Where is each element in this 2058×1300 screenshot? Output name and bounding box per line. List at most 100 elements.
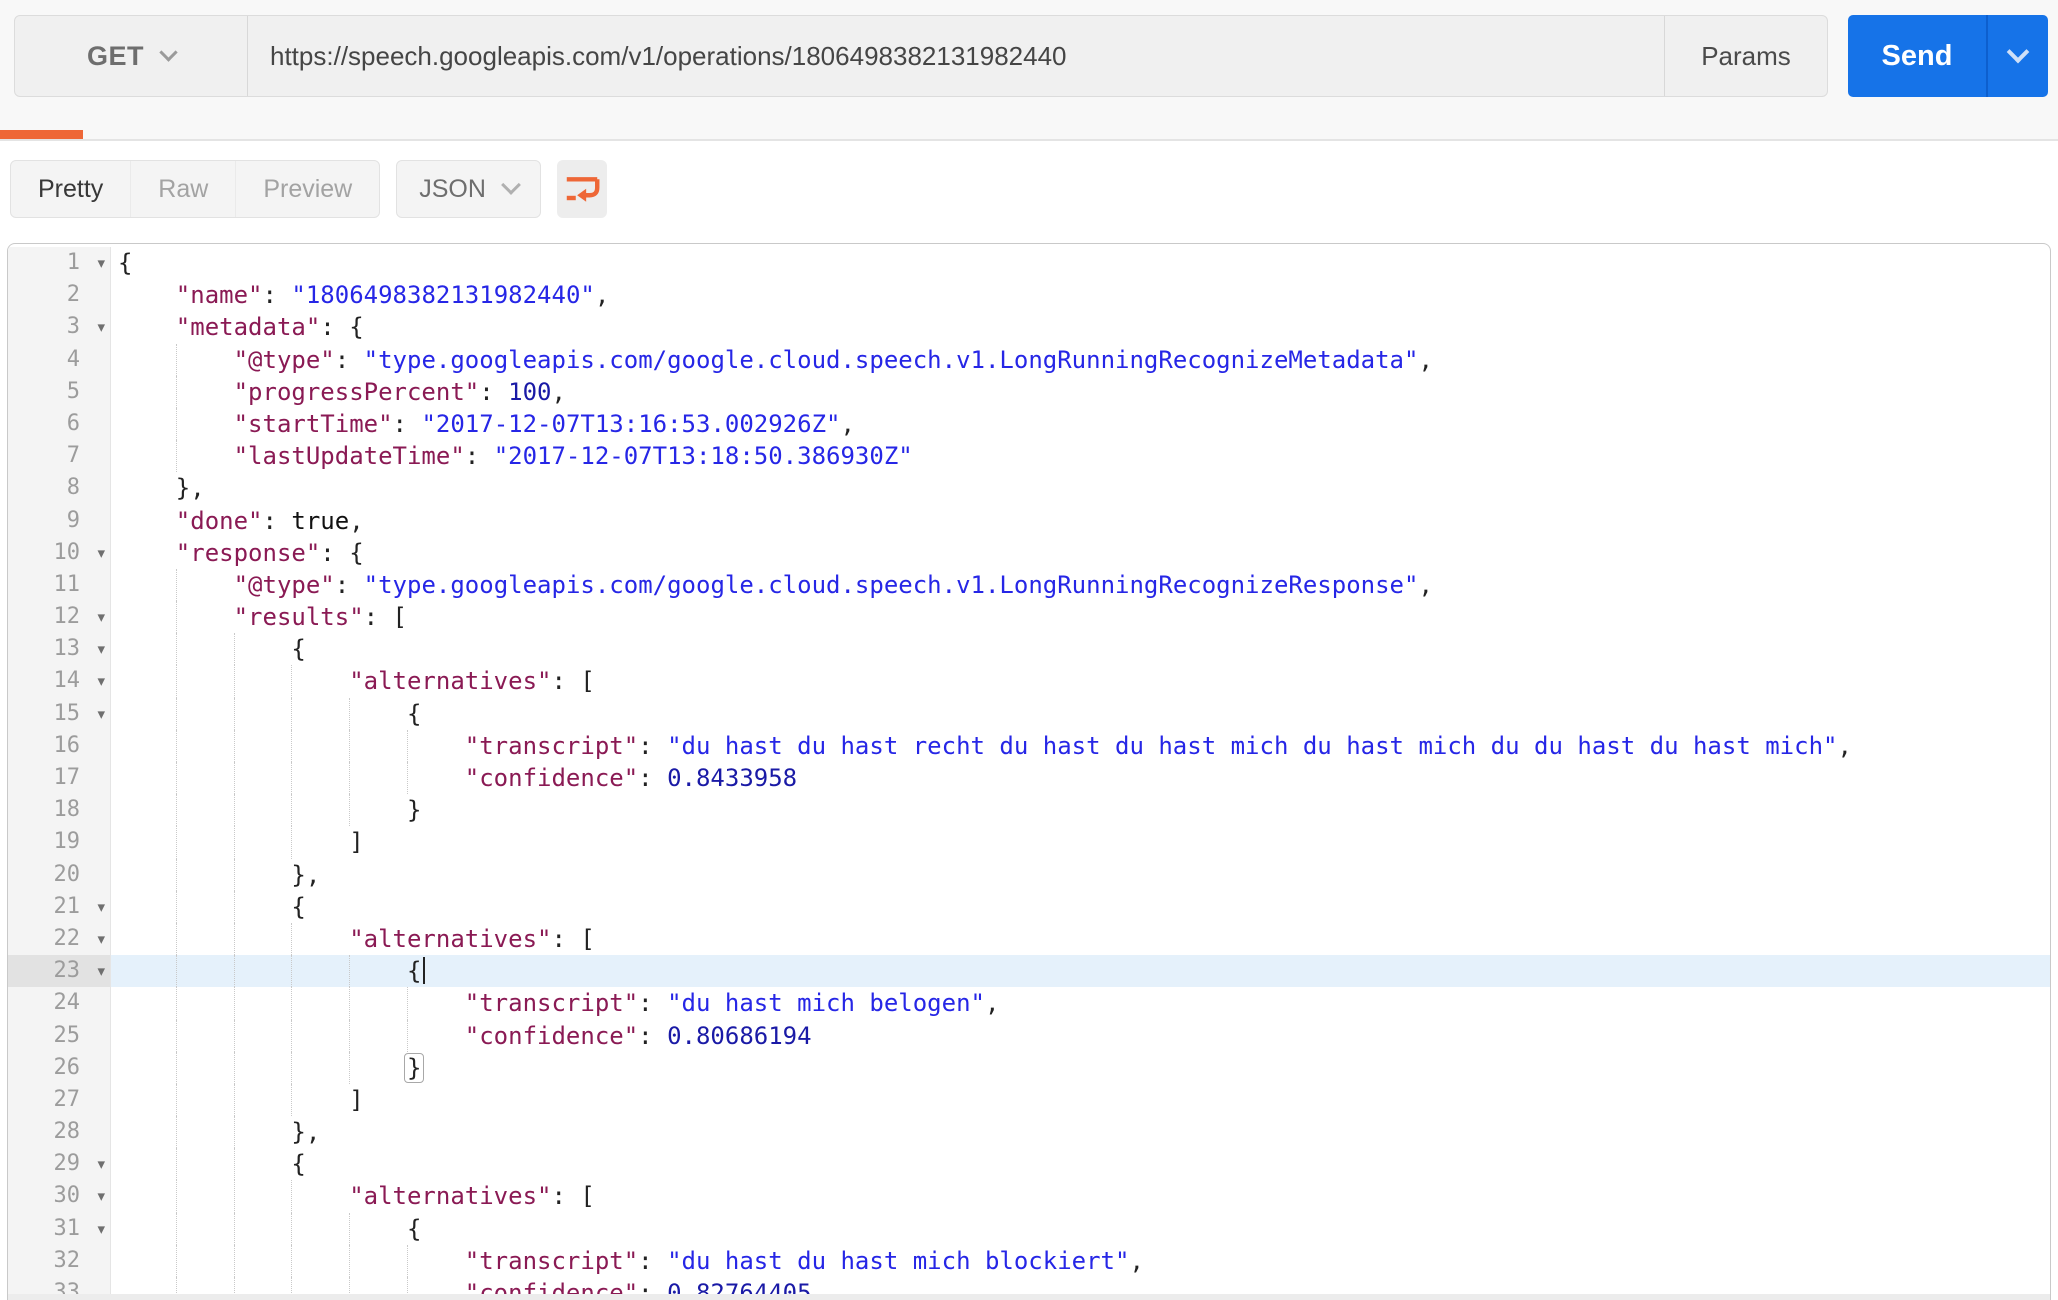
- json-token: :: [464, 442, 494, 471]
- line-number: 23 ▾: [8, 955, 111, 988]
- code-line-content[interactable]: },: [111, 472, 2050, 504]
- code-line-content[interactable]: "alternatives": [: [111, 922, 2050, 956]
- line-number: 30 ▾: [8, 1180, 111, 1213]
- indent-guide: [291, 1083, 293, 1117]
- code-line-content[interactable]: "name": "1806498382131982440",: [111, 279, 2050, 311]
- code-line: 15 ▾ {: [8, 697, 2050, 730]
- fold-toggle-icon[interactable]: ▾: [97, 247, 105, 279]
- json-token: : [: [551, 1182, 595, 1211]
- indent-guide: [349, 955, 351, 988]
- code-line-content[interactable]: {: [111, 697, 2050, 730]
- indent-guide: [291, 955, 293, 988]
- code-line: 9 "done": true,: [8, 504, 2050, 537]
- code-line-content[interactable]: {: [111, 955, 2050, 988]
- wrap-text-button[interactable]: [556, 160, 607, 218]
- fold-toggle-icon[interactable]: ▾: [97, 537, 105, 569]
- indent-guide: [175, 858, 177, 891]
- code-line-content[interactable]: "@type": "type.googleapis.com/google.clo…: [111, 568, 2050, 602]
- json-token: "results": [233, 603, 364, 632]
- indent-guide: [175, 922, 177, 956]
- format-dropdown[interactable]: JSON: [396, 160, 541, 218]
- indent-guide: [291, 1051, 293, 1084]
- indent-guide: [233, 697, 235, 730]
- indent-guide: [175, 955, 177, 988]
- json-token: "metadata": [175, 313, 321, 342]
- tab-raw[interactable]: Raw: [130, 161, 235, 217]
- send-label[interactable]: Send: [1848, 15, 1986, 97]
- code-line-content[interactable]: "transcript": "du hast du hast mich bloc…: [111, 1244, 2050, 1277]
- indent-guide: [175, 697, 177, 730]
- json-token: "name": [175, 281, 263, 310]
- code-line: 5 "progressPercent": 100,: [8, 375, 2050, 408]
- params-button[interactable]: Params: [1664, 16, 1827, 96]
- fold-toggle-icon[interactable]: ▾: [97, 698, 105, 730]
- wrap-text-icon: [566, 177, 600, 202]
- code-line-content[interactable]: "response": {: [111, 537, 2050, 569]
- code-line-content[interactable]: {: [111, 1148, 2050, 1181]
- code-line-content[interactable]: "transcript": "du hast du hast recht du …: [111, 729, 2050, 762]
- fold-toggle-icon[interactable]: ▾: [97, 1180, 105, 1212]
- line-number: 2: [8, 279, 111, 312]
- indent-guide: [349, 762, 351, 795]
- code-line-content[interactable]: {: [111, 633, 2050, 666]
- method-dropdown[interactable]: GET: [15, 16, 248, 96]
- indent-guide: [175, 794, 177, 827]
- line-number: 29 ▾: [8, 1148, 111, 1181]
- indent-guide: [233, 826, 235, 859]
- code-line-content[interactable]: "@type": "type.googleapis.com/google.clo…: [111, 343, 2050, 376]
- fold-toggle-icon[interactable]: ▾: [97, 923, 105, 955]
- url-input[interactable]: [248, 16, 1664, 96]
- code-line-content[interactable]: {: [111, 247, 2050, 279]
- send-button[interactable]: Send: [1848, 15, 2048, 97]
- fold-toggle-icon[interactable]: ▾: [97, 955, 105, 987]
- code-line-content[interactable]: {: [111, 890, 2050, 923]
- code-line: 16 "transcript": "du hast du hast recht d…: [8, 729, 2050, 762]
- tab-preview-label: Preview: [263, 174, 353, 203]
- code-line-content[interactable]: {: [111, 1212, 2050, 1245]
- code-line-content[interactable]: "lastUpdateTime": "2017-12-07T13:18:50.3…: [111, 440, 2050, 473]
- code-line-content[interactable]: ]: [111, 1083, 2050, 1117]
- code-line-content[interactable]: "alternatives": [: [111, 665, 2050, 698]
- code-line-content[interactable]: "done": true,: [111, 505, 2050, 537]
- json-token: "2017-12-07T13:18:50.386930Z": [493, 442, 913, 471]
- code-line-content[interactable]: "results": [: [111, 601, 2050, 634]
- json-token: {: [291, 635, 306, 664]
- code-line-content[interactable]: "confidence": 0.80686194: [111, 1019, 2050, 1052]
- code-line-content[interactable]: "startTime": "2017-12-07T13:16:53.002926…: [111, 407, 2050, 441]
- json-token: {: [118, 249, 133, 277]
- send-options-button[interactable]: [1988, 15, 2048, 97]
- code-line-content[interactable]: },: [111, 1116, 2050, 1149]
- code-line-content[interactable]: "metadata": {: [111, 311, 2050, 343]
- fold-toggle-icon[interactable]: ▾: [97, 665, 105, 697]
- code-line-content[interactable]: "confidence": 0.8433958: [111, 762, 2050, 795]
- line-number: 17: [8, 762, 111, 795]
- horizontal-scrollbar[interactable]: [8, 1294, 2050, 1300]
- fold-toggle-icon[interactable]: ▾: [97, 891, 105, 923]
- code-line-content[interactable]: "transcript": "du hast mich belogen",: [111, 987, 2050, 1020]
- json-token: {: [406, 1214, 422, 1243]
- code-line-content[interactable]: ]: [111, 826, 2050, 859]
- fold-toggle-icon[interactable]: ▾: [97, 311, 105, 343]
- code-line-content[interactable]: "progressPercent": 100,: [111, 375, 2050, 408]
- tab-pretty-label: Pretty: [38, 174, 104, 203]
- code-line: 22 ▾ "alternatives": [: [8, 922, 2050, 956]
- indent-guide: [233, 633, 235, 666]
- json-token: ]: [349, 828, 364, 857]
- code-line-content[interactable]: "alternatives": [: [111, 1180, 2050, 1213]
- line-number: 28: [8, 1116, 111, 1149]
- fold-toggle-icon[interactable]: ▾: [97, 601, 105, 633]
- fold-toggle-icon[interactable]: ▾: [97, 1213, 105, 1245]
- tab-pretty[interactable]: Pretty: [11, 161, 130, 217]
- code-line: 20},: [8, 858, 2050, 891]
- response-body-editor[interactable]: 1 ▾{2 "name": "1806498382131982440", 3 ▾ "met…: [7, 243, 2051, 1300]
- tab-preview[interactable]: Preview: [235, 161, 379, 217]
- code-line-content[interactable]: }: [111, 794, 2050, 827]
- line-number: 7: [8, 440, 111, 473]
- view-mode-group: Pretty Raw Preview: [10, 160, 381, 218]
- json-token: "@type": [233, 345, 335, 374]
- code-line-content[interactable]: },: [111, 858, 2050, 891]
- line-number: 25: [8, 1019, 111, 1052]
- fold-toggle-icon[interactable]: ▾: [97, 1148, 105, 1180]
- fold-toggle-icon[interactable]: ▾: [97, 633, 105, 665]
- code-line-content[interactable]: }: [111, 1051, 2050, 1084]
